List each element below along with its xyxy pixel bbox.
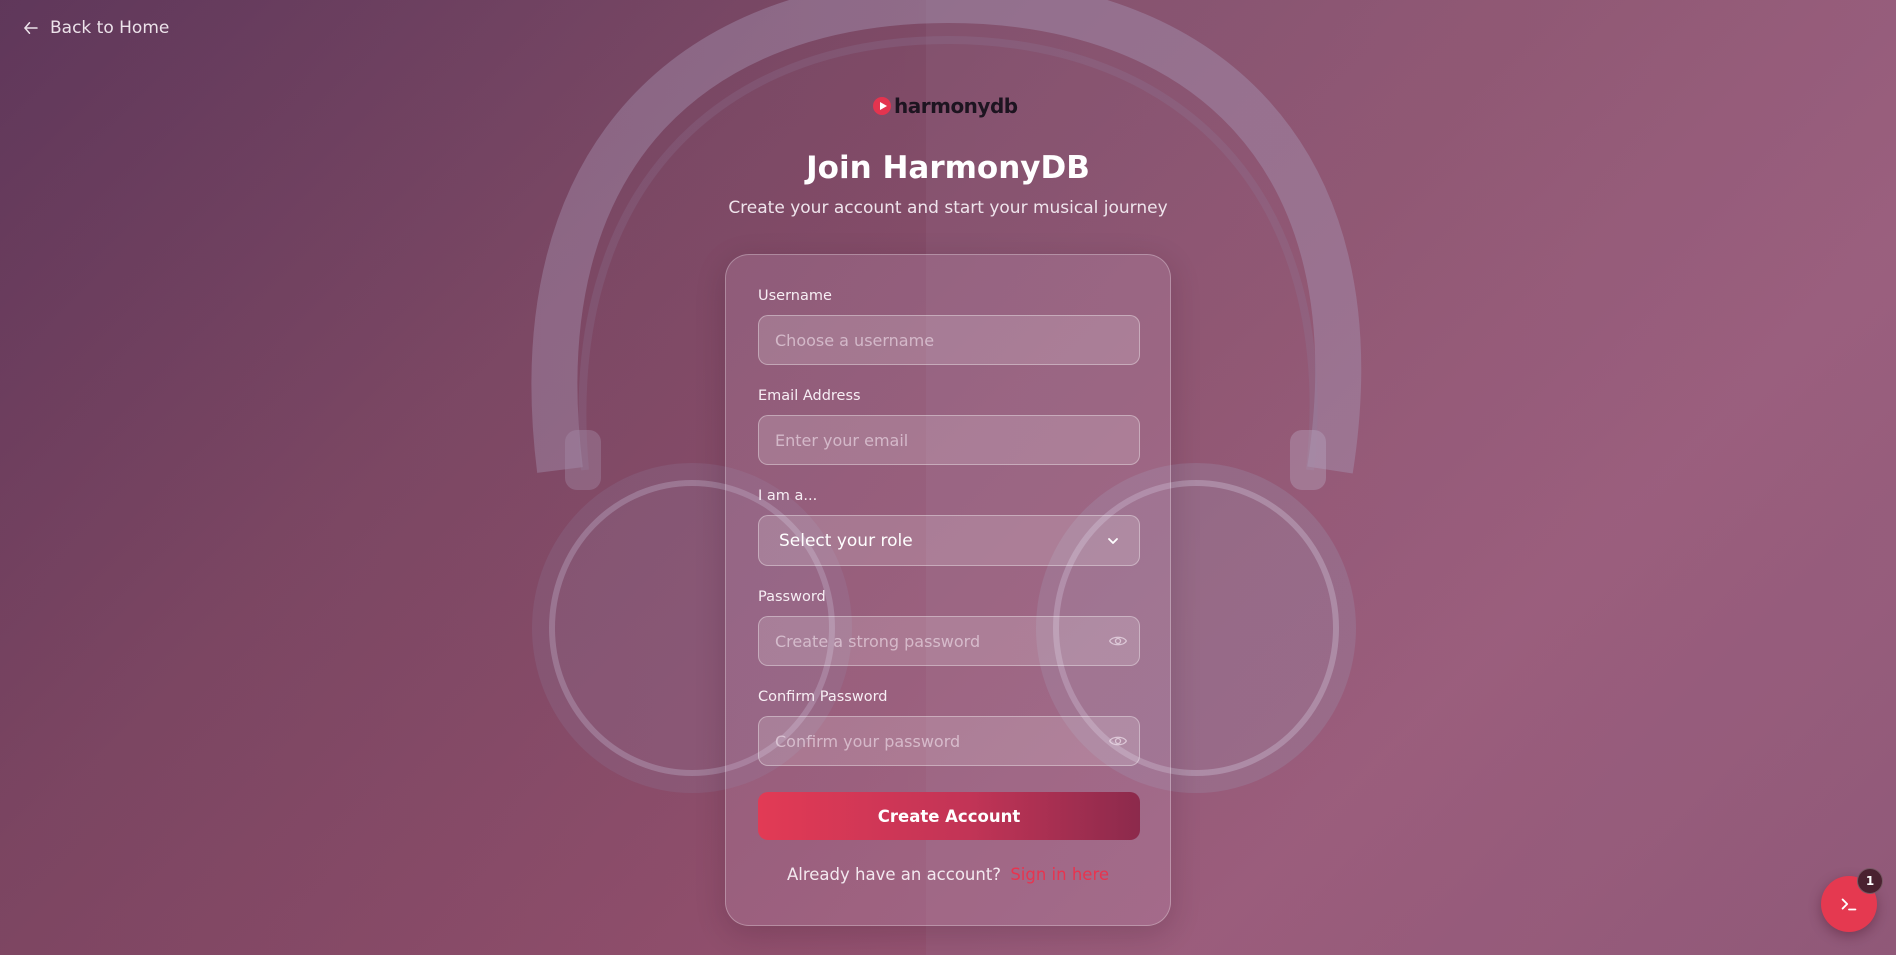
arrow-left-icon xyxy=(24,22,38,34)
create-account-button[interactable]: Create Account xyxy=(758,792,1140,840)
page-title: Join HarmonyDB xyxy=(806,150,1090,186)
email-field-group: Email Address xyxy=(758,387,1140,465)
email-label: Email Address xyxy=(758,388,861,404)
signin-prompt-row: Already have an account? Sign in here xyxy=(758,865,1138,884)
role-select[interactable]: Select your role xyxy=(758,515,1140,566)
password-label: Password xyxy=(758,589,826,605)
eye-icon[interactable] xyxy=(1108,731,1128,751)
signin-prompt-text: Already have an account? xyxy=(786,865,1002,884)
password-input[interactable] xyxy=(758,616,1140,666)
back-to-home-label: Back to Home xyxy=(50,18,170,38)
brand-logo: harmonydb xyxy=(873,94,1018,118)
eye-icon[interactable] xyxy=(1108,631,1128,651)
chevron-down-icon xyxy=(1108,537,1118,544)
terminal-icon xyxy=(1841,898,1857,911)
confirm-password-input[interactable] xyxy=(758,716,1140,766)
notification-badge: 1 xyxy=(1857,868,1883,894)
email-input[interactable] xyxy=(758,415,1140,465)
role-field-group: I am a... Select your role xyxy=(758,487,1140,566)
confirm-password-label: Confirm Password xyxy=(758,689,888,705)
logo-text: harmonydb xyxy=(894,94,1018,118)
confirm-password-field-group: Confirm Password xyxy=(758,688,1140,766)
sign-in-link[interactable]: Sign in here xyxy=(1010,865,1109,884)
terminal-fab-button[interactable]: 1 xyxy=(1821,868,1883,932)
username-field-group: Username xyxy=(758,287,1140,365)
role-select-value: Select your role xyxy=(779,530,913,551)
back-to-home-link[interactable]: Back to Home xyxy=(22,18,169,38)
username-label: Username xyxy=(758,288,832,304)
role-label: I am a... xyxy=(758,488,818,504)
page-subtitle: Create your account and start your music… xyxy=(728,198,1168,218)
play-logo-icon xyxy=(873,97,891,115)
signup-form-card: Username Email Address I am a... Select … xyxy=(725,254,1171,926)
password-field-group: Password xyxy=(758,588,1140,666)
signup-page: Back to Home harmonydb Join HarmonyDB Cr… xyxy=(0,0,1896,955)
username-input[interactable] xyxy=(758,315,1140,365)
